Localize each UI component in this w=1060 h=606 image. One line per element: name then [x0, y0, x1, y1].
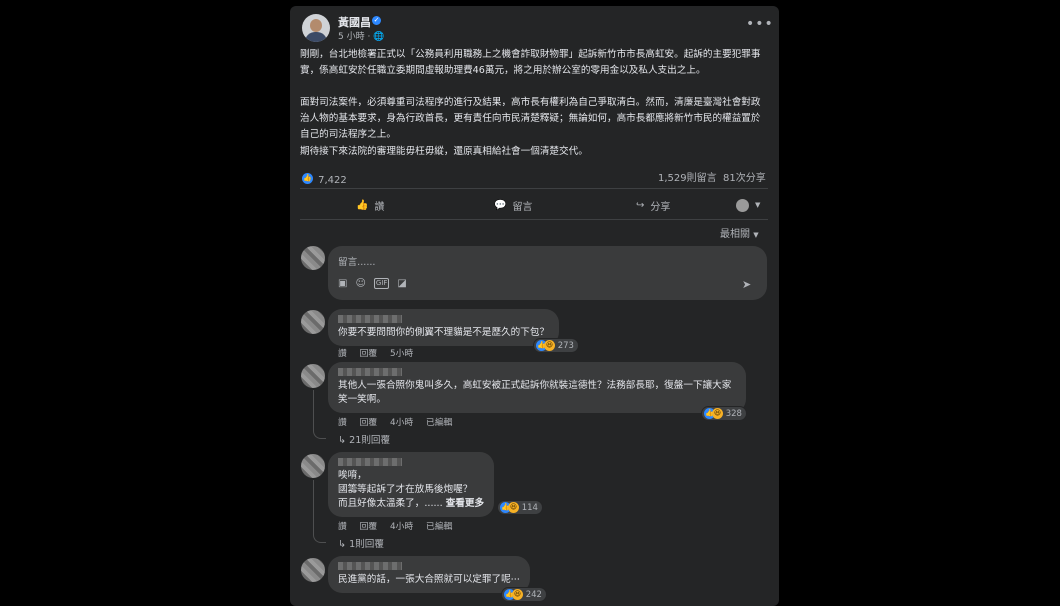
share-count[interactable]: 81次分享	[723, 169, 766, 184]
comment-count[interactable]: 1,529則留言	[658, 169, 717, 184]
comment-time[interactable]: 4小時	[390, 522, 413, 532]
like-button[interactable]: 👍 讚	[356, 195, 384, 215]
reply-arrow-icon: ↳	[338, 539, 347, 550]
like-reaction-icon: 👍	[302, 173, 313, 184]
commenter-name[interactable]	[338, 315, 402, 323]
share-button[interactable]: ↪ 分享	[636, 195, 670, 215]
comment-bubble: 民進黨的話，一張大合照就可以定罪了呢⋯	[328, 556, 531, 593]
comment-like-link[interactable]: 讚	[338, 522, 347, 532]
haha-reaction-icon: 😆	[544, 340, 555, 351]
divider	[300, 219, 768, 220]
comment-line: 國籌等起訴了才在放馬後炮喔？	[338, 484, 473, 495]
comment-reply-link[interactable]: 回覆	[360, 349, 378, 359]
avatar-sticker-icon[interactable]: ▣	[338, 278, 347, 289]
reaction-profile-selector[interactable]: ▼	[736, 195, 760, 215]
profile-avatar	[736, 198, 749, 212]
comment-icon: 💬	[494, 199, 507, 211]
comment-text: 其他人一張合照你鬼叫多久，高虹安被正式起訴你就裝這德性？法務部長耶，復盤一下讓大…	[338, 380, 732, 405]
divider	[300, 188, 768, 189]
comment-reactions[interactable]: 👍😆 328	[702, 407, 746, 420]
view-replies-link[interactable]: ↳ 21則回覆	[338, 432, 390, 446]
commenter-name[interactable]	[338, 368, 402, 376]
see-more-link[interactable]: 查看更多	[446, 498, 484, 509]
comment-time[interactable]: 4小時	[390, 418, 413, 428]
comment-reactions[interactable]: 👍😆 273	[534, 339, 578, 352]
comment-actions: 讚 回覆 4小時 已編輯	[338, 415, 462, 428]
comment-line: 唉唷，	[338, 470, 367, 481]
reply-arrow-icon: ↳	[338, 435, 347, 446]
comment-actions: 讚 回覆 5小時	[338, 346, 423, 359]
comment-input[interactable]: 留言...... ▣ ☺ GIF ◪ ➤	[328, 246, 767, 300]
commenter-avatar[interactable]	[301, 454, 325, 478]
haha-reaction-icon: 😆	[712, 408, 723, 419]
comment-reactions[interactable]: 👍😆 242	[502, 588, 546, 601]
commenter-avatar[interactable]	[301, 364, 325, 388]
view-replies-link[interactable]: ↳ 1則回覆	[338, 536, 384, 550]
thread-line	[313, 480, 326, 543]
post-paragraph: 期待接下來法院的審理能毋枉毋縱，還原真相給社會一個清楚交代。	[300, 146, 588, 157]
comment-bubble: 唉唷， 國籌等起訴了才在放馬後炮喔？ 而且好像太溫柔了，...... 查看更多	[328, 452, 495, 517]
reaction-summary[interactable]: 👍 7,422	[302, 168, 347, 187]
globe-icon: 🌐	[373, 32, 385, 42]
thread-line	[313, 390, 326, 439]
comment-reply-link[interactable]: 回覆	[360, 418, 378, 428]
comment-button[interactable]: 💬 留言	[494, 195, 532, 215]
author-name[interactable]: 黃國昌	[338, 14, 371, 30]
edited-label: 已編輯	[426, 418, 453, 428]
commenter-avatar[interactable]	[301, 310, 325, 334]
post-paragraph: 面對司法案件，必須尊重司法程序的進行及結果，高市長有權利為自己爭取清白。然而，清…	[300, 97, 761, 140]
comment-placeholder: 留言......	[338, 257, 376, 268]
comment-line: 而且好像太溫柔了，......	[338, 498, 443, 509]
comment-text: 你要不要問問你的側翼不理貓是不是歷久的下包？	[338, 327, 550, 338]
commenter-name[interactable]	[338, 562, 402, 570]
gif-icon[interactable]: GIF	[373, 278, 390, 289]
author-avatar[interactable]	[302, 14, 330, 42]
comment-bubble: 其他人一張合照你鬼叫多久，高虹安被正式起訴你就裝這德性？法務部長耶，復盤一下讓大…	[328, 362, 746, 413]
emoji-icon[interactable]: ☺	[355, 278, 365, 289]
share-icon: ↪	[636, 199, 645, 211]
commenter-avatar[interactable]	[301, 558, 325, 582]
comment-sort-dropdown[interactable]: 最相關 ▼	[720, 225, 759, 240]
comment-bubble: 你要不要問問你的側翼不理貓是不是歷久的下包？	[328, 309, 560, 346]
comment-text: 民進黨的話，一張大合照就可以定罪了呢⋯	[338, 574, 521, 585]
thumbs-up-icon: 👍	[356, 199, 369, 211]
comment-like-link[interactable]: 讚	[338, 349, 347, 359]
comment-like-link[interactable]: 讚	[338, 418, 347, 428]
viewer-avatar	[301, 246, 325, 270]
comment-reactions[interactable]: 👍😆 114	[498, 501, 542, 514]
commenter-name[interactable]	[338, 458, 402, 466]
post-paragraph: 剛剛，台北地檢署正式以「公務員利用職務上之機會詐取財物罪」起訴新竹市市長高虹安。…	[300, 49, 761, 76]
comment-reply-link[interactable]: 回覆	[360, 522, 378, 532]
edited-label: 已編輯	[426, 522, 453, 532]
more-options-icon[interactable]: •••	[746, 16, 774, 32]
comment-time[interactable]: 5小時	[390, 349, 413, 359]
chevron-down-icon: ▼	[755, 201, 761, 209]
sticker-icon[interactable]: ◪	[397, 278, 406, 289]
post-card: 黃國昌 ✓ 5 小時 · 🌐 ••• 剛剛，台北地檢署正式以「公務員利用職務上之…	[290, 6, 779, 606]
send-icon[interactable]: ➤	[742, 278, 751, 291]
haha-reaction-icon: 😆	[512, 589, 523, 600]
caret-down-icon: ▼	[753, 231, 759, 239]
haha-reaction-icon: 😆	[508, 502, 519, 513]
comment-actions: 讚 回覆 4小時 已編輯	[338, 519, 462, 532]
verified-badge-icon: ✓	[372, 16, 381, 25]
post-time[interactable]: 5 小時 · 🌐	[338, 29, 384, 42]
